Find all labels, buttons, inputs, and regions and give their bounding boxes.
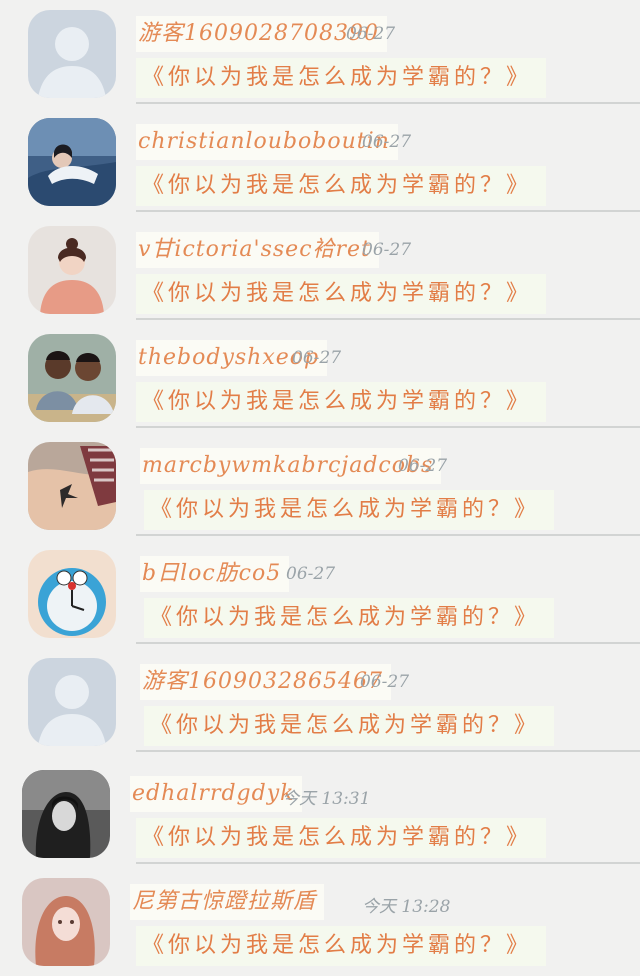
message-text[interactable]: 《你以为我是怎么成为学霸的？》	[136, 382, 547, 422]
divider	[136, 534, 640, 536]
message-text[interactable]: 《你以为我是怎么成为学霸的？》	[136, 274, 547, 314]
divider	[136, 862, 640, 864]
message-time: 06-27	[292, 348, 342, 368]
list-item[interactable]: thebodyshxeop 06-27 《你以为我是怎么成为学霸的？》	[0, 324, 640, 432]
divider	[136, 210, 640, 212]
message-time: 今天 13:31	[282, 789, 371, 809]
message-time: 06-27	[398, 456, 448, 476]
avatar[interactable]	[22, 770, 110, 858]
photo-girl-bw	[22, 770, 110, 858]
photo-two-boys	[28, 334, 116, 422]
avatar[interactable]	[28, 334, 116, 422]
photo-girl-pink	[22, 878, 110, 966]
message-list: 游客1609028708390 06-27 《你以为我是怎么成为学霸的？》 ch…	[0, 0, 640, 966]
message-time: 06-27	[362, 132, 412, 152]
divider	[136, 426, 640, 428]
list-item[interactable]: christianlouboboutin 06-27 《你以为我是怎么成为学霸的…	[0, 108, 640, 216]
message-text[interactable]: 《你以为我是怎么成为学霸的？》	[144, 598, 555, 638]
default-user-icon	[28, 658, 116, 746]
message-text[interactable]: 《你以为我是怎么成为学霸的？》	[144, 490, 555, 530]
message-text[interactable]: 《你以为我是怎么成为学霸的？》	[136, 166, 547, 206]
message-text[interactable]: 《你以为我是怎么成为学霸的？》	[136, 58, 547, 98]
default-user-icon	[28, 10, 116, 98]
list-item[interactable]: 游客1609028708390 06-27 《你以为我是怎么成为学霸的？》	[0, 0, 640, 108]
list-item[interactable]: marcbywmkabrcjadcobs 06-27 《你以为我是怎么成为学霸的…	[0, 432, 640, 540]
sender-name[interactable]: christianlouboboutin	[136, 124, 398, 160]
sender-name[interactable]: v甘ictoria'ssec袷ret	[136, 232, 379, 268]
avatar[interactable]	[28, 118, 116, 206]
avatar[interactable]	[28, 226, 116, 314]
message-time: 06-27	[346, 24, 396, 44]
photo-girl-blue	[28, 118, 116, 206]
message-time: 06-27	[286, 564, 336, 584]
message-time: 06-27	[360, 672, 410, 692]
photo-bird-tattoo	[28, 442, 116, 530]
avatar[interactable]	[28, 10, 116, 98]
sender-name[interactable]: b日loc肪co5	[140, 556, 290, 592]
photo-doraemon-clock	[28, 550, 116, 638]
avatar[interactable]	[28, 658, 116, 746]
avatar[interactable]	[22, 878, 110, 966]
divider	[136, 318, 640, 320]
sender-name[interactable]: edhalrrdgdyk	[130, 776, 303, 812]
sender-name[interactable]: 游客1609032865467	[140, 664, 391, 700]
message-time: 今天 13:28	[362, 897, 451, 917]
sender-name[interactable]: 尼第古惊蹬拉斯盾	[130, 884, 325, 920]
photo-girl-peach	[28, 226, 116, 314]
message-text[interactable]: 《你以为我是怎么成为学霸的？》	[136, 926, 547, 966]
list-item[interactable]: v甘ictoria'ssec袷ret 06-27 《你以为我是怎么成为学霸的？》	[0, 216, 640, 324]
avatar[interactable]	[28, 442, 116, 530]
divider	[136, 642, 640, 644]
list-item[interactable]: 游客1609032865467 06-27 《你以为我是怎么成为学霸的？》	[0, 648, 640, 756]
message-time: 06-27	[362, 240, 412, 260]
message-text[interactable]: 《你以为我是怎么成为学霸的？》	[136, 818, 547, 858]
sender-name[interactable]: marcbywmkabrcjadcobs	[140, 448, 442, 484]
message-text[interactable]: 《你以为我是怎么成为学霸的？》	[144, 706, 555, 746]
avatar[interactable]	[28, 550, 116, 638]
list-item[interactable]: edhalrrdgdyk 今天 13:31 《你以为我是怎么成为学霸的？》	[0, 760, 640, 868]
divider	[136, 102, 640, 104]
divider	[136, 750, 640, 752]
list-item[interactable]: b日loc肪co5 06-27 《你以为我是怎么成为学霸的？》	[0, 540, 640, 648]
